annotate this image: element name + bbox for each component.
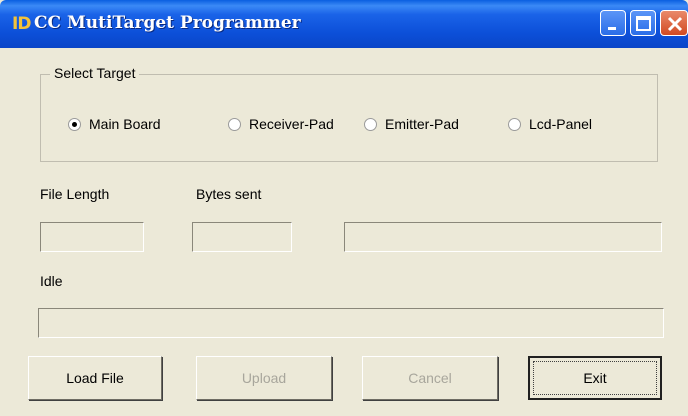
title-bar[interactable]: ID CC MutiTarget Programmer [0,0,688,48]
bytes-sent-label: Bytes sent [196,186,262,202]
upload-button[interactable]: Upload [196,356,332,400]
app-icon: ID [12,14,31,34]
radio-label: Main Board [89,116,161,132]
radio-main-board[interactable]: Main Board [68,114,161,134]
maximize-button[interactable] [630,10,656,36]
radio-receiver-pad[interactable]: Receiver-Pad [228,114,334,134]
status-text: Idle [40,273,63,289]
window-title: CC MutiTarget Programmer [34,13,301,33]
radio-label: Emitter-Pad [385,116,459,132]
minimize-icon [608,27,616,30]
radio-button[interactable] [508,117,521,131]
status-progress-bar [38,308,664,338]
radio-button[interactable] [228,117,241,131]
exit-button[interactable]: Exit [528,356,662,400]
radio-button[interactable] [364,117,377,131]
file-length-label: File Length [40,186,110,202]
cancel-button[interactable]: Cancel [362,356,498,400]
maximize-icon [636,16,651,31]
radio-button-checked[interactable] [68,117,81,131]
bytes-sent-field [192,222,292,252]
minimize-button[interactable] [600,10,626,36]
file-length-field [40,222,144,252]
close-icon [667,16,683,32]
radio-label: Lcd-Panel [529,116,593,132]
transfer-progress-bar [344,222,662,252]
radio-label: Receiver-Pad [249,116,334,132]
programmer-window: ID CC MutiTarget Programmer Select Targe… [0,0,688,416]
load-file-button[interactable]: Load File [28,356,162,400]
select-target-label: Select Target [50,65,140,81]
focus-rectangle [533,361,657,395]
radio-lcd-panel[interactable]: Lcd-Panel [508,114,592,134]
close-button[interactable] [660,10,688,36]
radio-emitter-pad[interactable]: Emitter-Pad [364,114,459,134]
